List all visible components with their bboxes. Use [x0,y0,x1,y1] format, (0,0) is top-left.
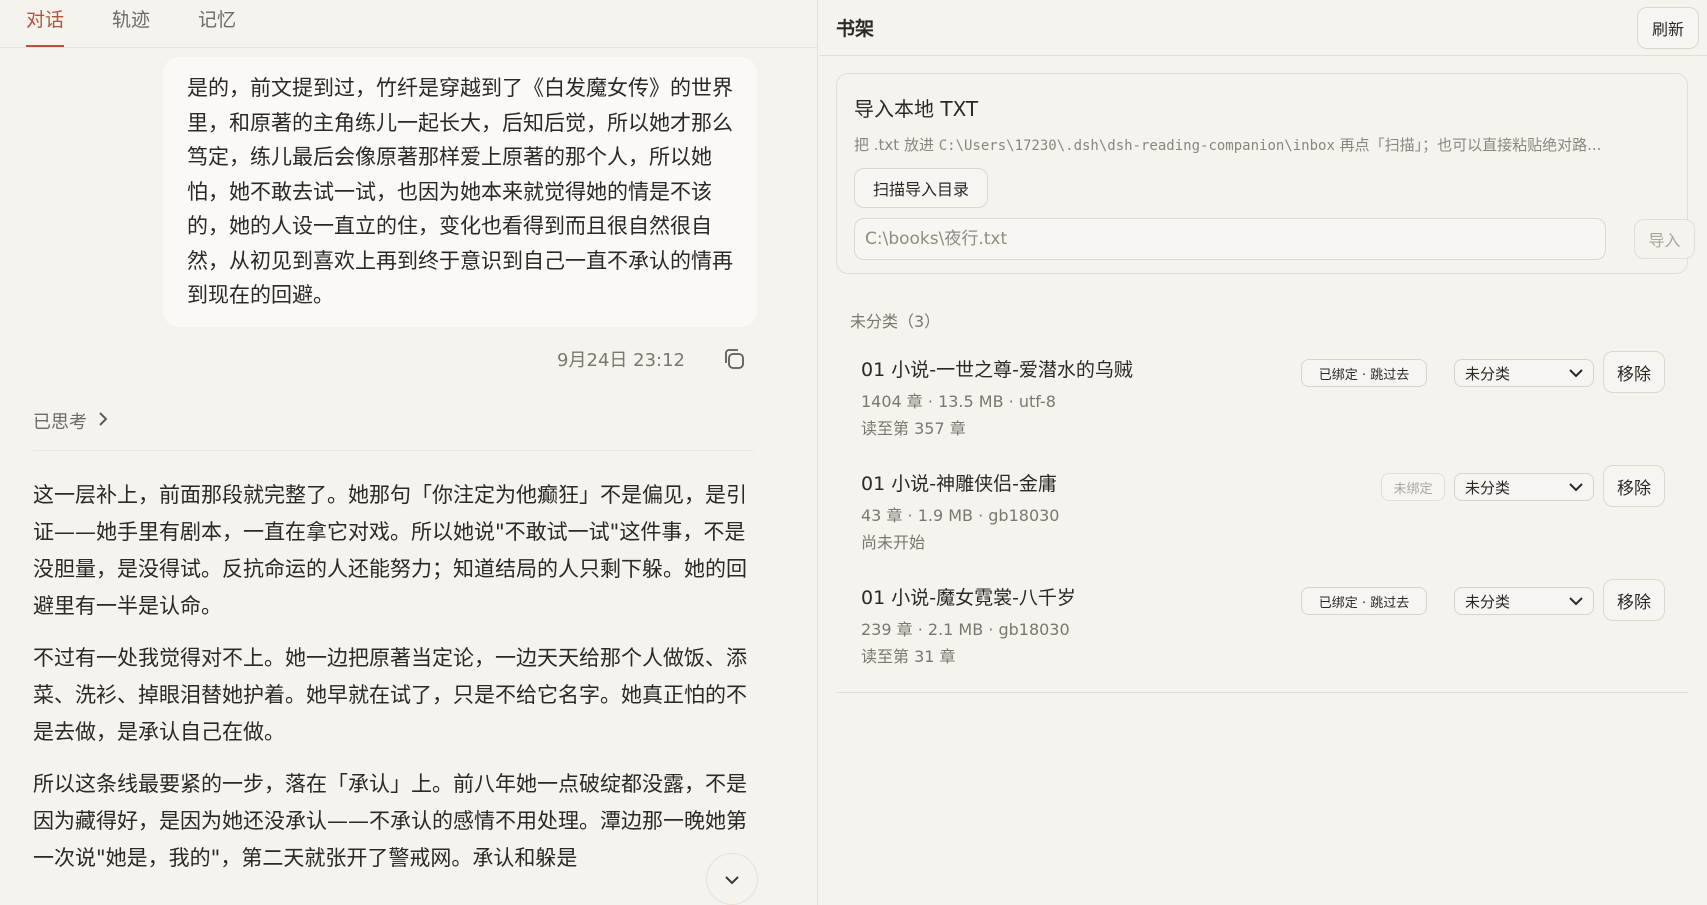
chevron-down-icon [1569,478,1583,496]
chevron-down-icon [724,870,740,889]
inbox-path: C:\Users\17230\.dsh\dsh-reading-companio… [938,138,1335,154]
book-item: 01 小说-一世之尊-爱潜水的乌贼 1404 章 · 13.5 MB · utf… [861,351,1681,455]
remove-button[interactable]: 移除 [1603,351,1665,393]
tab-chat[interactable]: 对话 [26,0,65,47]
chat-panel: 对话 轨迹 记忆 是的，前文提到过，竹纤是穿越到了《白发魔女传》的世界里，和原著… [0,0,818,905]
book-progress: 读至第 357 章 [861,419,966,438]
tab-trajectory[interactable]: 轨迹 [112,0,150,47]
copy-icon[interactable] [721,346,747,372]
category-select[interactable]: 未分类 [1454,359,1594,387]
category-select-value: 未分类 [1465,478,1511,497]
category-header: 未分类（3） [850,312,941,331]
answer-paragraph: 不过有一处我觉得对不上。她一边把原著当定论，一边天天给那个人做饭、添菜、洗衫、掉… [33,646,747,744]
category-select[interactable]: 未分类 [1454,473,1594,501]
divider [836,692,1688,693]
book-title: 01 小说-魔女霓裳-八千岁 [861,587,1076,609]
book-progress: 读至第 31 章 [861,647,956,666]
path-input[interactable] [854,218,1606,260]
book-meta: 43 章 · 1.9 MB · gb18030 [861,506,1060,525]
book-title: 01 小说-一世之尊-爱潜水的乌贼 [861,359,1133,381]
import-title: 导入本地 TXT [854,97,979,121]
user-message-bubble: 是的，前文提到过，竹纤是穿越到了《白发魔女传》的世界里，和原著的主角练儿一起长大… [163,57,757,327]
remove-button[interactable]: 移除 [1603,465,1665,507]
refresh-button[interactable]: 刷新 [1637,6,1699,49]
bind-status-badge: 未绑定 [1381,473,1445,501]
message-timestamp: 9月24日 23:12 [557,350,685,371]
chevron-down-icon [1569,364,1583,382]
book-meta: 239 章 · 2.1 MB · gb18030 [861,620,1070,639]
divider [33,450,754,451]
book-item: 01 小说-神雕侠侣-金庸 43 章 · 1.9 MB · gb18030 尚未… [861,465,1681,569]
thought-toggle[interactable]: 已思考 [33,408,109,434]
category-select-value: 未分类 [1465,364,1511,383]
thought-label: 已思考 [33,412,87,433]
remove-button[interactable]: 移除 [1603,579,1665,621]
bind-status-badge[interactable]: 已绑定 · 跳过去 [1301,587,1427,615]
book-item: 01 小说-魔女霓裳-八千岁 239 章 · 2.1 MB · gb18030 … [861,579,1681,683]
bookshelf-title: 书架 [836,18,875,40]
assistant-answer: 这一层补上，前面那段就完整了。她那句「你注定为他癫狂」不是偏见，是引证——她手里… [33,477,756,892]
tab-memory[interactable]: 记忆 [198,0,236,47]
bookshelf-panel: 书架 刷新 导入本地 TXT 把 .txt 放进 C:\Users\17230\… [819,0,1707,905]
scroll-to-bottom-button[interactable] [706,853,758,905]
book-progress: 尚未开始 [861,533,926,552]
import-hint: 把 .txt 放进 C:\Users\17230\.dsh\dsh-readin… [854,134,1666,155]
bind-status-badge[interactable]: 已绑定 · 跳过去 [1301,359,1427,387]
import-hint-prefix: 把 .txt 放进 [854,136,939,154]
bookshelf-header: 书架 刷新 [819,0,1707,56]
answer-paragraph: 所以这条线最要紧的一步，落在「承认」上。前八年她一点破绽都没露，不是因为藏得好，… [33,772,747,870]
tab-bar: 对话 轨迹 记忆 [0,0,817,48]
category-select-value: 未分类 [1465,592,1511,611]
book-meta: 1404 章 · 13.5 MB · utf-8 [861,392,1056,411]
answer-paragraph: 这一层补上，前面那段就完整了。她那句「你注定为他癫狂」不是偏见，是引证——她手里… [33,483,747,618]
chevron-down-icon [1569,592,1583,610]
chevron-right-icon [97,411,109,432]
import-hint-suffix: 再点「扫描」；也可以直接粘贴绝对路... [1334,136,1602,154]
import-card: 导入本地 TXT 把 .txt 放进 C:\Users\17230\.dsh\d… [836,73,1695,274]
scan-import-dir-button[interactable]: 扫描导入目录 [854,168,988,208]
category-select[interactable]: 未分类 [1454,587,1594,615]
book-title: 01 小说-神雕侠侣-金庸 [861,473,1057,495]
import-button[interactable]: 导入 [1634,219,1695,259]
